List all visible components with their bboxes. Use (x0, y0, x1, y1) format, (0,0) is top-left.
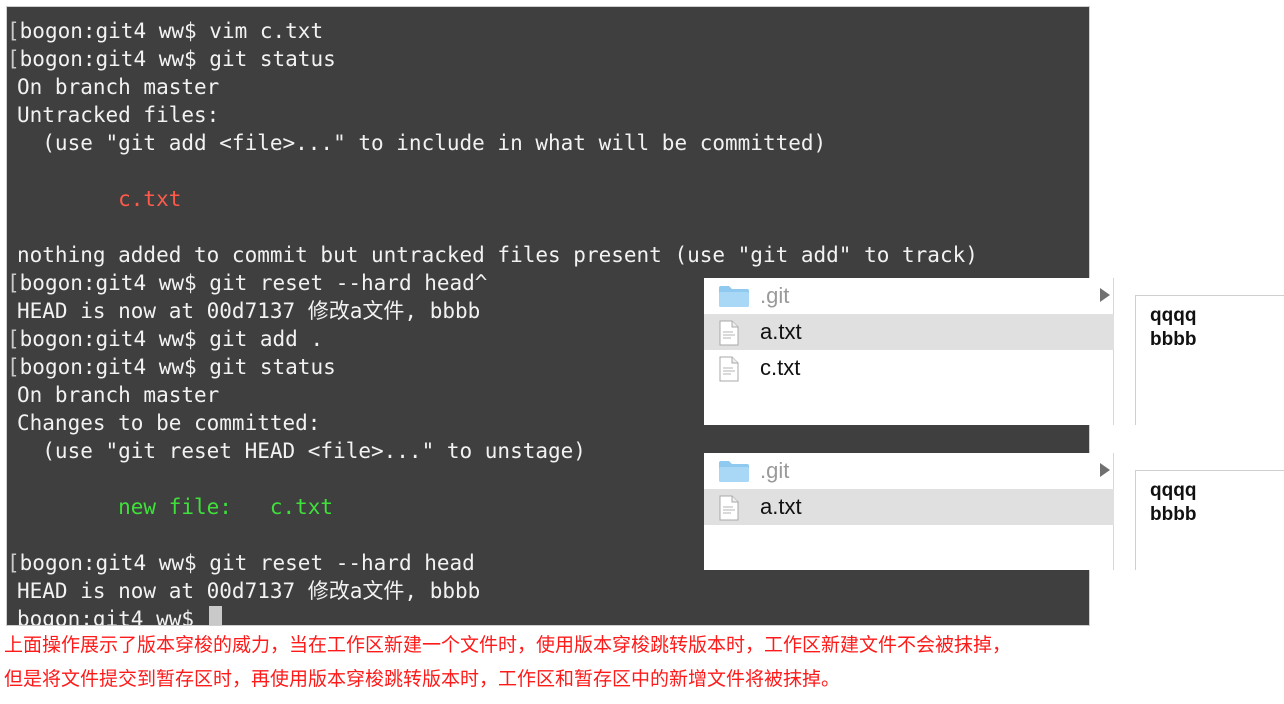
finder-column-view-top[interactable]: .git a.txt c.txt qqqq bbbb (704, 278, 1284, 425)
terminal-line: [bogon:git4 ww$ git reset --hard head (7, 551, 475, 575)
terminal-line: (use "git add <file>..." to include in w… (17, 131, 827, 155)
list-item-c-txt[interactable]: c.txt (704, 350, 1114, 386)
file-preview: qqqq bbbb (1135, 470, 1284, 570)
preview-line: bbbb (1150, 504, 1197, 525)
list-item-git-folder[interactable]: .git (704, 278, 1114, 314)
terminal-line: (use "git reset HEAD <file>..." to unsta… (17, 439, 586, 463)
terminal-line: nothing added to commit but untracked fi… (17, 243, 978, 267)
file-preview: qqqq bbbb (1135, 295, 1284, 425)
terminal-line: Untracked files: (17, 103, 220, 127)
caption-line: 上面操作展示了版本穿梭的威力，当在工作区新建一个文件时，使用版本穿梭跳转版本时，… (4, 634, 1012, 656)
untracked-file-line: c.txt (17, 187, 182, 211)
folder-icon (718, 284, 750, 313)
document-icon (718, 320, 740, 351)
terminal-line: [bogon:git4 ww$ vim c.txt (7, 19, 324, 43)
explanation-caption: 上面操作展示了版本穿梭的威力，当在工作区新建一个文件时，使用版本穿梭跳转版本时，… (4, 628, 1284, 696)
file-list: .git a.txt (704, 453, 1114, 525)
document-icon (718, 356, 740, 387)
preview-line: qqqq (1150, 480, 1197, 501)
list-item-a-txt[interactable]: a.txt (704, 314, 1114, 350)
document-icon (718, 495, 740, 526)
terminal-line: [bogon:git4 ww$ git reset --hard head^ (7, 271, 488, 295)
disclosure-arrow-icon[interactable] (1100, 288, 1110, 302)
terminal-line: HEAD is now at 00d7137 修改a文件, bbbb (17, 299, 481, 323)
terminal-line: [bogon:git4 ww$ git add . (7, 327, 324, 351)
preview-line: bbbb (1150, 329, 1197, 350)
list-item-git-folder[interactable]: .git (704, 453, 1114, 489)
terminal-cursor (208, 606, 222, 625)
list-item-a-txt[interactable]: a.txt (704, 489, 1114, 525)
terminal-line: On branch master (17, 383, 220, 407)
disclosure-arrow-icon[interactable] (1100, 463, 1110, 477)
terminal-line: HEAD is now at 00d7137 修改a文件, bbbb (17, 579, 481, 603)
finder-column-view-bottom[interactable]: .git a.txt qqqq bbbb (704, 453, 1284, 570)
caption-line: 但是将文件提交到暂存区时，再使用版本穿梭跳转版本时，工作区和暂存区中的新增文件将… (4, 668, 841, 690)
file-list: .git a.txt c.txt (704, 278, 1114, 386)
folder-icon (718, 459, 750, 488)
terminal-line: [bogon:git4 ww$ git status (7, 47, 336, 71)
staged-file-line: new file: c.txt (17, 495, 334, 519)
terminal-line: On branch master (17, 75, 220, 99)
terminal-line: Changes to be committed: (17, 411, 321, 435)
terminal-prompt-line[interactable]: bogon:git4 ww$ (17, 605, 222, 625)
preview-line: qqqq (1150, 305, 1197, 326)
terminal-line: [bogon:git4 ww$ git status (7, 355, 336, 379)
